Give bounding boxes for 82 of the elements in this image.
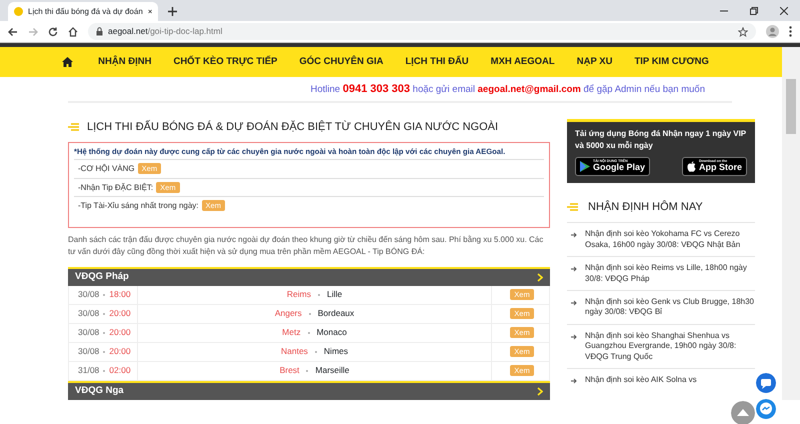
bars-icon: [68, 122, 79, 131]
phone-number[interactable]: 0941 303 303: [342, 83, 410, 95]
notice-item: -Tip Tài-Xỉu sáng nhất trong ngày:: [78, 201, 199, 210]
more-icon[interactable]: [789, 26, 792, 37]
article-link[interactable]: Nhận định soi kèo Yokohama FC vs Cerezo Osaka, 16h00 ngày 30/08: VĐQG Nhật Bản: [585, 229, 755, 250]
match-time: 20:00: [109, 307, 131, 320]
match-time: 20:00: [109, 345, 131, 358]
restore-icon[interactable]: [750, 6, 758, 14]
home-icon[interactable]: [62, 57, 74, 67]
match-date: 30/08: [78, 345, 100, 358]
new-tab-icon[interactable]: [168, 7, 177, 16]
section-title: LỊCH THI ĐẤU BÓNG ĐÁ & DỰ ĐOÁN ĐẶC BIỆT TỪ CHUYÊN GIA NƯỚC NGOÀI: [87, 119, 498, 134]
nav-link[interactable]: LỊCH THI ĐẤU: [394, 54, 480, 70]
match-date: 30/08: [78, 326, 100, 339]
back-icon[interactable]: [8, 26, 18, 36]
url-text: aegoal.net/goi-tip-doc-lap.html: [108, 25, 222, 38]
arrow-icon: [571, 334, 577, 340]
store-name: App Store: [698, 163, 742, 173]
arrow-icon: [571, 300, 577, 306]
league-name: VĐQG Pháp: [75, 270, 129, 284]
away-team: Marseille: [315, 364, 350, 377]
messenger-icon[interactable]: [756, 399, 776, 419]
close-icon[interactable]: [148, 8, 152, 15]
contact-text: hoặc gửi email: [412, 84, 475, 95]
away-team: Lille: [326, 288, 342, 301]
lock-icon: [96, 27, 103, 36]
arrow-icon: [571, 266, 577, 272]
match-date: 30/08: [78, 307, 100, 320]
tab-title: Lịch thi đấu bóng đá và dự đoán: [28, 6, 143, 18]
arrow-icon: [571, 232, 577, 238]
hotline-label: Hotline: [310, 84, 340, 95]
contact-text: để gặp Admin nếu bạn muốn: [584, 84, 705, 95]
home-team: Brest: [280, 364, 300, 377]
home-team: Nantes: [280, 345, 308, 358]
article-link[interactable]: Nhận định soi kèo Reims vs Lille, 18h00 ngày 30/8: VĐQG Pháp: [585, 263, 755, 284]
scroll-top-icon[interactable]: [731, 401, 755, 424]
nav-link[interactable]: TIP KIM CƯƠNG: [623, 54, 720, 70]
favicon-icon: [14, 7, 23, 16]
bars-icon: [567, 203, 578, 212]
league-header[interactable]: VĐQG Pháp: [68, 266, 550, 286]
store-name: Google Play: [593, 163, 646, 173]
nav-link[interactable]: NẠP XU: [566, 54, 624, 70]
article-link[interactable]: Nhận định soi kèo Shanghai Shenhua vs Guangzhou Evergrande, 19h00 ngày 30/8: VĐQG Trung Quốc: [585, 330, 755, 362]
match-time: 20:00: [109, 326, 131, 339]
description-text: Danh sách các trận đấu được chuyên gia nước ngoài dự đoán theo khung giờ từ chiều đến sáng hôm sau. Phí bằng xu 5.000 xu. Các tư vấn dưới đây cũng đồng thời xuất hiện và sử dụng mua trên phần mềm AEGOAL - Tip BÓNG ĐÁ:: [68, 234, 544, 258]
chevron-icon[interactable]: [537, 386, 543, 396]
address-bar[interactable]: aegoal.net/goi-tip-doc-lap.html: [88, 23, 756, 40]
chevron-icon[interactable]: [537, 272, 543, 282]
home-icon[interactable]: [68, 26, 78, 36]
sidebar-heading: NHẬN ĐỊNH HÔM NAY: [588, 199, 703, 215]
match-time: 02:00: [109, 364, 131, 377]
home-team: Angers: [274, 307, 302, 320]
nav-link[interactable]: MXH AEGOAL: [480, 54, 566, 70]
browser-tab[interactable]: Lịch thi đấu bóng đá và dự đoán: [8, 2, 158, 21]
notice-item: -Nhận Tip ĐẶC BIỆT:: [78, 182, 154, 192]
close-icon[interactable]: [780, 6, 788, 14]
reload-icon[interactable]: [48, 26, 58, 36]
article-link[interactable]: Nhận định soi kèo AIK Solna vs: [585, 374, 697, 386]
match-date: 31/08: [78, 364, 100, 377]
profile-icon[interactable]: [766, 25, 779, 38]
match-time: 18:00: [109, 288, 131, 301]
star-icon[interactable]: [738, 26, 748, 36]
chat-icon[interactable]: [756, 373, 776, 393]
article-link[interactable]: Nhận định soi kèo Genk vs Club Brugge, 18h30 ngày 30/08: VĐQG Bỉ: [585, 296, 755, 318]
home-team: Metz: [282, 326, 301, 339]
league-name: VĐQG Nga: [75, 384, 124, 398]
promo-text: Tải ứng dụng Bóng đá Nhận ngay 1 ngày VIP và 5000 xu mỗi ngày: [575, 128, 747, 152]
match-date: 30/08: [78, 288, 100, 301]
league-header[interactable]: VĐQG Nga: [68, 380, 550, 400]
scrollbar[interactable]: [782, 47, 800, 400]
nav-link[interactable]: GÓC CHUYÊN GIA: [288, 54, 394, 70]
away-team: Monaco: [316, 326, 347, 339]
apple-icon: [686, 160, 696, 172]
away-team: Nimes: [324, 345, 348, 358]
home-team: Reims: [286, 288, 311, 301]
nav-link[interactable]: NHẬN ĐỊNH: [87, 54, 162, 70]
email-link[interactable]: aegoal.net@gmail.com: [478, 84, 581, 95]
arrow-icon: [571, 378, 577, 384]
notice-item: -CƠ HỘI VÀNG: [78, 164, 135, 174]
nav-link[interactable]: CHỐT KÈO TRỰC TIẾP: [162, 54, 288, 70]
away-team: Bordeaux: [318, 307, 354, 320]
play-icon: [580, 160, 590, 172]
